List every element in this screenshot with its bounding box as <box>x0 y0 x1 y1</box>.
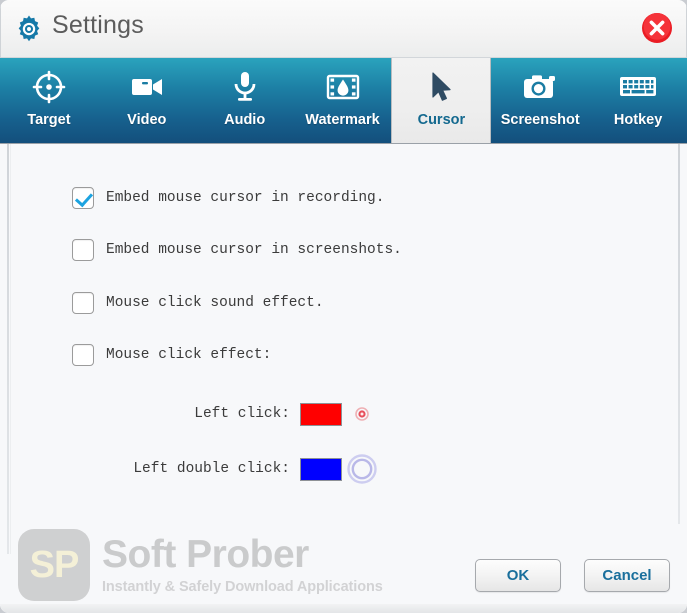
left-double-click-label: Left double click: <box>133 461 290 477</box>
tab-cursor[interactable]: Cursor <box>391 58 492 143</box>
left-double-click-effect-preview <box>342 452 382 486</box>
tab-label: Hotkey <box>613 112 663 128</box>
target-icon <box>32 69 66 105</box>
left-click-color-swatch[interactable] <box>300 402 342 426</box>
left-click-effect-preview <box>342 401 382 427</box>
left-click-label: Left click: <box>194 406 290 422</box>
checkbox-embed-cursor-screenshots[interactable]: Embed mouse cursor in screenshots. <box>72 239 402 261</box>
gear-icon <box>14 14 44 44</box>
checkbox-box[interactable] <box>72 344 94 366</box>
tab-screenshot[interactable]: Screenshot <box>491 58 589 143</box>
close-button[interactable] <box>640 11 674 45</box>
checkbox-mouse-click-effect[interactable]: Mouse click effect: <box>72 344 271 366</box>
keyboard-icon <box>619 69 657 105</box>
tab-audio[interactable]: Audio <box>196 58 294 143</box>
page-title: Settings <box>52 11 144 39</box>
ok-button[interactable]: OK <box>475 559 561 592</box>
left-click-color-row: Left click: <box>100 401 390 427</box>
watermark-film-icon <box>326 69 360 105</box>
settings-window: Settings Target Video Audio Watermark Cu… <box>0 0 687 613</box>
video-camera-icon <box>129 69 165 105</box>
checkbox-box[interactable] <box>72 292 94 314</box>
tab-video[interactable]: Video <box>98 58 196 143</box>
tab-label: Screenshot <box>500 112 580 128</box>
panel-left-rail <box>7 144 9 554</box>
tab-label: Cursor <box>417 112 466 128</box>
panel-left-rail-inner <box>10 144 11 554</box>
window-bottom-edge <box>0 604 687 613</box>
tab-label: Watermark <box>305 112 380 128</box>
tab-label: Audio <box>224 112 266 128</box>
left-double-click-color-swatch[interactable] <box>300 457 342 481</box>
tab-hotkey[interactable]: Hotkey <box>589 58 687 143</box>
panel-top-divider <box>0 143 687 144</box>
left-double-click-color-row: Left double click: <box>100 452 390 486</box>
checkbox-mouse-click-sound[interactable]: Mouse click sound effect. <box>72 292 324 314</box>
tab-bar: Target Video Audio Watermark Cursor Scre… <box>0 58 687 143</box>
microphone-icon <box>230 69 260 105</box>
checkbox-embed-cursor-recording[interactable]: Embed mouse cursor in recording. <box>72 187 384 209</box>
checkbox-label: Embed mouse cursor in recording. <box>106 190 385 206</box>
titlebar-left-edge <box>0 0 1 58</box>
tab-label: Target <box>27 112 71 128</box>
panel-right-rail <box>678 144 680 524</box>
checkbox-label: Mouse click effect: <box>106 347 272 363</box>
mouse-pointer-icon <box>427 69 455 105</box>
title-bar: Settings <box>0 0 687 58</box>
checkbox-box[interactable] <box>72 239 94 261</box>
tab-label: Video <box>127 112 167 128</box>
cancel-button[interactable]: Cancel <box>584 559 670 592</box>
tab-watermark[interactable]: Watermark <box>294 58 392 143</box>
tab-target[interactable]: Target <box>0 58 98 143</box>
cursor-settings-panel: Embed mouse cursor in recording. Embed m… <box>0 143 687 613</box>
checkbox-label: Mouse click sound effect. <box>106 295 324 311</box>
checkbox-label: Embed mouse cursor in screenshots. <box>106 242 402 258</box>
camera-icon <box>522 69 558 105</box>
checkbox-box[interactable] <box>72 187 94 209</box>
